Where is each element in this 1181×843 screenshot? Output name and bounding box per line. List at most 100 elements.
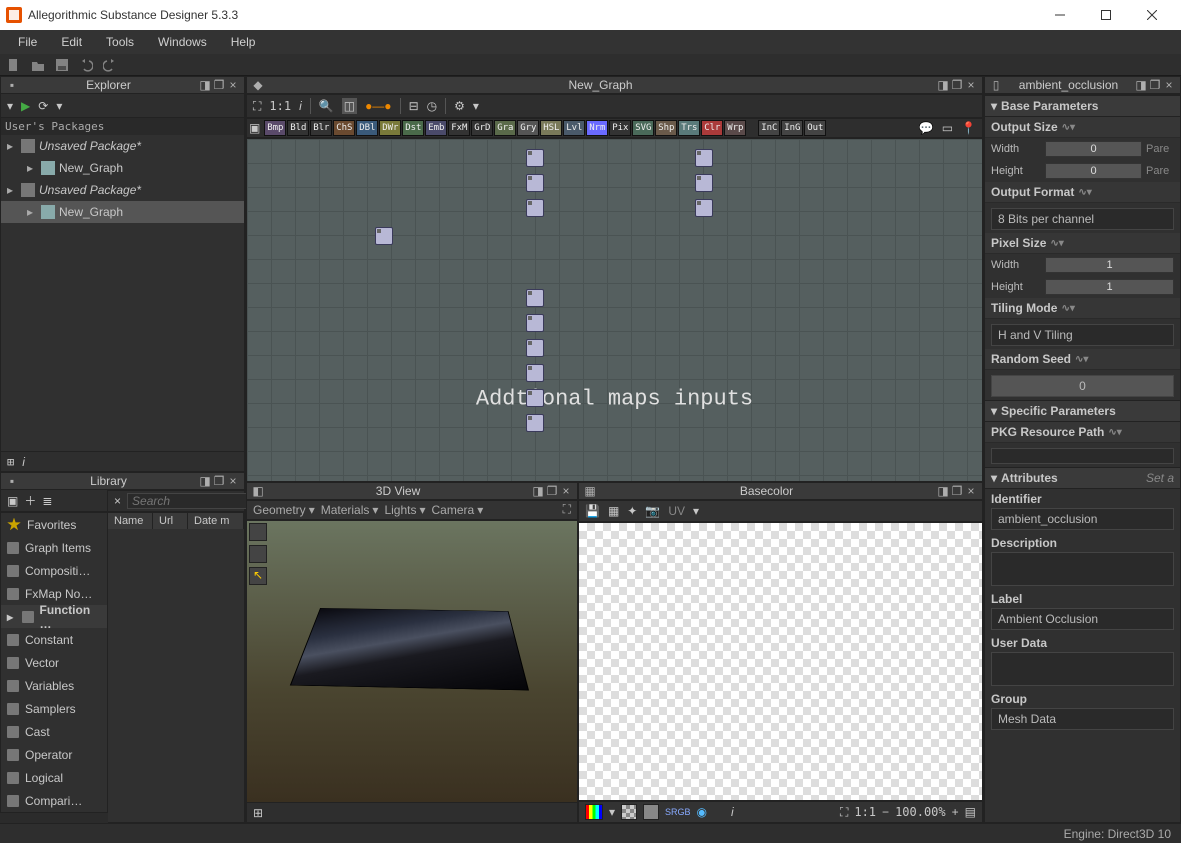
cursor-icon[interactable]: ↖ [249,567,267,585]
comment-icon[interactable]: 💬 [919,121,934,135]
library-category[interactable]: Logical [1,766,107,789]
tree-item[interactable]: ▸New_Graph [1,157,244,179]
pixel-size-header[interactable]: Pixel Size∿▾ [985,233,1180,254]
restore-icon[interactable]: ❐ [1148,78,1162,92]
atom-nrm[interactable]: Nrm [586,120,608,136]
explorer-dropdown-icon[interactable]: ▾ [56,99,62,113]
library-category[interactable]: Favorites [1,513,107,536]
graph-node[interactable] [526,199,544,217]
graph-node[interactable] [526,314,544,332]
explorer-play-icon[interactable]: ▶ [21,99,30,113]
snap-icon[interactable]: ◫ [342,98,357,114]
zoom-icon[interactable]: 🔍 [319,99,334,113]
graph-node[interactable] [526,339,544,357]
graph-node[interactable] [526,289,544,307]
gear-icon[interactable]: ⚙ [454,99,465,113]
dock-icon[interactable]: ◨ [936,484,950,498]
atom-lvl[interactable]: Lvl [563,120,585,136]
atom-bmp[interactable]: Bmp [264,120,286,136]
link-icon[interactable]: ●—● [365,99,392,113]
pkg-path-value[interactable] [991,448,1174,464]
atom-dwr[interactable]: DWr [379,120,401,136]
graph-node[interactable] [526,389,544,407]
layers-icon[interactable]: ▤ [965,805,976,819]
close-panel-icon[interactable]: × [1162,78,1176,92]
graph-node[interactable] [526,414,544,432]
maximize-button[interactable] [1083,0,1129,30]
frame-icon[interactable]: ▭ [942,121,953,135]
library-category[interactable]: Variables [1,674,107,697]
fit-icon[interactable]: ⛶ [840,805,848,820]
graph-node[interactable] [695,149,713,167]
atom-out[interactable]: Out [804,120,826,136]
open-icon[interactable] [30,57,46,73]
output-format-header[interactable]: Output Format∿▾ [985,182,1180,203]
label-value[interactable]: Ambient Occlusion [991,608,1174,630]
output-format-value[interactable]: 8 Bits per channel [991,208,1174,230]
viewport-3d[interactable]: ↖ [246,520,578,804]
atom-grd[interactable]: GrD [471,120,493,136]
col-date[interactable]: Date m [188,513,244,529]
lib-add-icon[interactable]: ＋ [24,492,36,509]
dock-icon[interactable]: ◨ [198,474,212,488]
atom-blr[interactable]: Blr [310,120,332,136]
rgb-dropdown-icon[interactable]: ▾ [609,805,615,819]
pin-icon[interactable]: 📍 [961,121,976,135]
tile-icon[interactable]: ▦ [608,504,619,518]
menu-tools[interactable]: Tools [96,33,144,51]
close-panel-icon[interactable]: × [964,484,978,498]
highlight-icon[interactable]: ⊟ [409,99,419,113]
fit-icon[interactable]: ⛶ [253,99,261,114]
atom-inc[interactable]: InC [758,120,780,136]
redo-icon[interactable] [102,57,118,73]
attributes-header[interactable]: ▾ AttributesSet a [985,467,1180,489]
close-button[interactable] [1129,0,1175,30]
description-value[interactable] [991,552,1174,586]
atom-bld[interactable]: Bld [287,120,309,136]
atom-chs[interactable]: ChS [333,120,355,136]
library-category[interactable]: ▸Function … [1,605,107,628]
atom-fxm[interactable]: FxM [448,120,470,136]
atoms-toggle-icon[interactable]: ▣ [249,121,260,135]
ratio-label[interactable]: 1:1 [854,805,876,819]
uv-dropdown-icon[interactable]: ▾ [693,504,699,518]
save-image-icon[interactable]: 💾 [585,504,600,518]
clear-search-icon[interactable]: × [114,494,121,508]
lib-list-icon[interactable]: ≣ [42,494,52,508]
restore-icon[interactable]: ❐ [212,78,226,92]
menu-help[interactable]: Help [221,33,266,51]
library-category[interactable]: Vector [1,651,107,674]
atom-dbl[interactable]: DBl [356,120,378,136]
output-size-header[interactable]: Output Size∿▾ [985,117,1180,138]
library-category[interactable]: Compositi… [1,559,107,582]
minimize-button[interactable] [1037,0,1083,30]
userdata-value[interactable] [991,652,1174,686]
save-icon[interactable] [54,57,70,73]
checker-icon[interactable] [621,804,637,820]
close-panel-icon[interactable]: × [226,78,240,92]
library-category[interactable]: Graph Items [1,536,107,559]
atom-clr[interactable]: Clr [701,120,723,136]
menu-camera[interactable]: Camera ▾ [432,503,484,517]
tree-item[interactable]: ▸Unsaved Package* [1,179,244,201]
zoom-out-icon[interactable]: − [882,805,889,819]
gamut-icon[interactable]: ◉ [697,805,707,819]
identifier-value[interactable]: ambient_occlusion [991,508,1174,530]
library-category[interactable]: Cast [1,720,107,743]
base-params-header[interactable]: ▾ Base Parameters [985,95,1180,117]
graph-canvas[interactable]: Addtional maps inputs [246,138,983,482]
col-url[interactable]: Url [153,513,188,529]
menu-materials[interactable]: Materials ▾ [321,503,379,517]
atom-hsl[interactable]: HSL [540,120,562,136]
width-value[interactable]: 0 [1045,141,1142,157]
uv-label[interactable]: UV [668,504,685,518]
dock-icon[interactable]: ◨ [1134,78,1148,92]
restore-icon[interactable]: ❐ [212,474,226,488]
menu-windows[interactable]: Windows [148,33,217,51]
atom-gra[interactable]: Gra [494,120,516,136]
orient-icon[interactable]: ✦ [627,504,637,518]
close-panel-icon[interactable]: × [964,78,978,92]
solid-icon[interactable] [643,804,659,820]
close-panel-icon[interactable]: × [226,474,240,488]
info-icon[interactable]: i [731,805,734,819]
